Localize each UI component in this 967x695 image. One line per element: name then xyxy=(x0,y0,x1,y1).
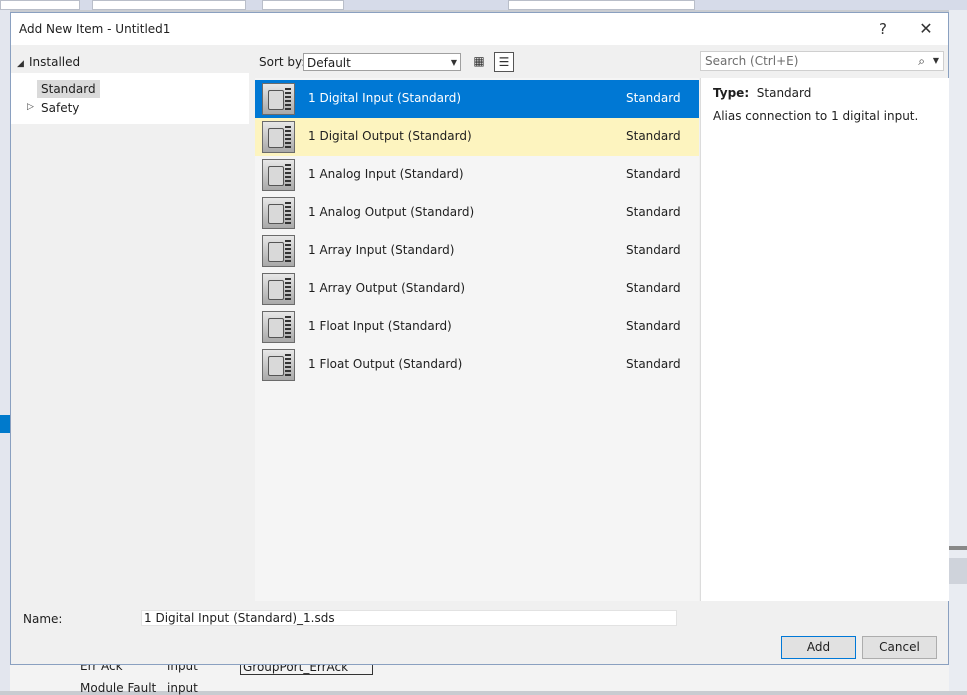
io-module-icon xyxy=(262,273,295,305)
io-module-icon xyxy=(262,197,295,229)
bg-cell: Module Fault xyxy=(80,681,157,695)
item-name: 1 Digital Input (Standard) xyxy=(308,91,462,105)
io-module-icon xyxy=(262,83,295,115)
item-category: Standard xyxy=(626,281,681,295)
list-item[interactable]: 1 Array Input (Standard) Standard xyxy=(255,232,699,270)
background-properties: Err Ack input GroupPort_ErrAck Module Fa… xyxy=(10,659,949,695)
list-item[interactable]: 1 Float Output (Standard) Standard xyxy=(255,346,699,384)
list-item[interactable]: 1 Analog Input (Standard) Standard xyxy=(255,156,699,194)
sort-by-select[interactable]: Default ▼ xyxy=(303,53,461,71)
add-button[interactable]: Add xyxy=(781,636,856,659)
installed-node[interactable]: ◢ Installed xyxy=(17,55,80,69)
item-name: 1 Analog Input (Standard) xyxy=(308,167,464,181)
tree-item-standard[interactable]: Standard xyxy=(37,80,100,98)
io-module-icon xyxy=(262,159,295,191)
search-input[interactable]: Search (Ctrl+E) ⌕ ▼ xyxy=(700,51,944,71)
item-name: 1 Float Output (Standard) xyxy=(308,357,463,371)
item-name: 1 Analog Output (Standard) xyxy=(308,205,475,219)
list-view-icon[interactable]: ☰ xyxy=(494,52,514,72)
bg-cell: input xyxy=(167,681,198,695)
io-module-icon xyxy=(262,311,295,343)
sort-by-label: Sort by: xyxy=(259,55,306,69)
close-button[interactable]: ✕ xyxy=(915,18,937,40)
item-name: 1 Digital Output (Standard) xyxy=(308,129,472,143)
background-left-panel xyxy=(0,10,10,691)
detail-description: Alias connection to 1 digital input. xyxy=(713,109,919,123)
item-category: Standard xyxy=(626,91,681,105)
expand-triangle-icon[interactable]: ▷ xyxy=(27,102,34,112)
template-tree-pane: ◢ Installed Standard ▷ Safety xyxy=(11,45,254,602)
io-module-icon xyxy=(262,235,295,267)
background-right-panel xyxy=(949,10,967,691)
item-category: Standard xyxy=(626,129,681,143)
background-toolbar xyxy=(0,0,967,10)
name-label: Name: xyxy=(23,612,63,626)
details-pane: Type: Standard Alias connection to 1 dig… xyxy=(700,78,949,601)
item-name: 1 Array Input (Standard) xyxy=(308,243,455,257)
item-name: 1 Float Input (Standard) xyxy=(308,319,452,333)
help-button[interactable]: ? xyxy=(873,18,893,40)
grid-view-icon[interactable]: ▦ xyxy=(469,52,489,72)
search-dropdown-icon[interactable]: ▼ xyxy=(933,52,939,70)
dropdown-arrow-icon: ▼ xyxy=(450,58,457,67)
item-category: Standard xyxy=(626,243,681,257)
add-new-item-dialog: Add New Item - Untitled1 ? ✕ ◢ Installed … xyxy=(10,12,949,665)
tree-list: Standard ▷ Safety xyxy=(11,73,249,124)
item-category: Standard xyxy=(626,167,681,181)
cancel-button[interactable]: Cancel xyxy=(862,636,937,659)
list-item[interactable]: 1 Analog Output (Standard) Standard xyxy=(255,194,699,232)
io-module-icon xyxy=(262,349,295,381)
list-item[interactable]: 1 Array Output (Standard) Standard xyxy=(255,270,699,308)
detail-type: Type: Standard xyxy=(713,86,812,100)
search-icon[interactable]: ⌕ xyxy=(918,52,925,70)
item-name: 1 Array Output (Standard) xyxy=(308,281,466,295)
io-module-icon xyxy=(262,121,295,153)
template-list: 1 Digital Input (Standard) Standard 1 Di… xyxy=(255,78,699,601)
dialog-title: Add New Item - Untitled1 xyxy=(19,22,171,36)
tree-item-safety[interactable]: Safety xyxy=(37,99,83,117)
list-item[interactable]: 1 Float Input (Standard) Standard xyxy=(255,308,699,346)
item-category: Standard xyxy=(626,319,681,333)
name-field[interactable]: 1 Digital Input (Standard)_1.sds xyxy=(141,610,677,626)
list-item[interactable]: 1 Digital Input (Standard) Standard xyxy=(255,80,699,118)
item-category: Standard xyxy=(626,357,681,371)
list-item[interactable]: 1 Digital Output (Standard) Standard xyxy=(255,118,699,156)
dialog-titlebar: Add New Item - Untitled1 ? ✕ xyxy=(11,13,948,45)
item-category: Standard xyxy=(626,205,681,219)
collapse-triangle-icon[interactable]: ◢ xyxy=(17,59,29,69)
